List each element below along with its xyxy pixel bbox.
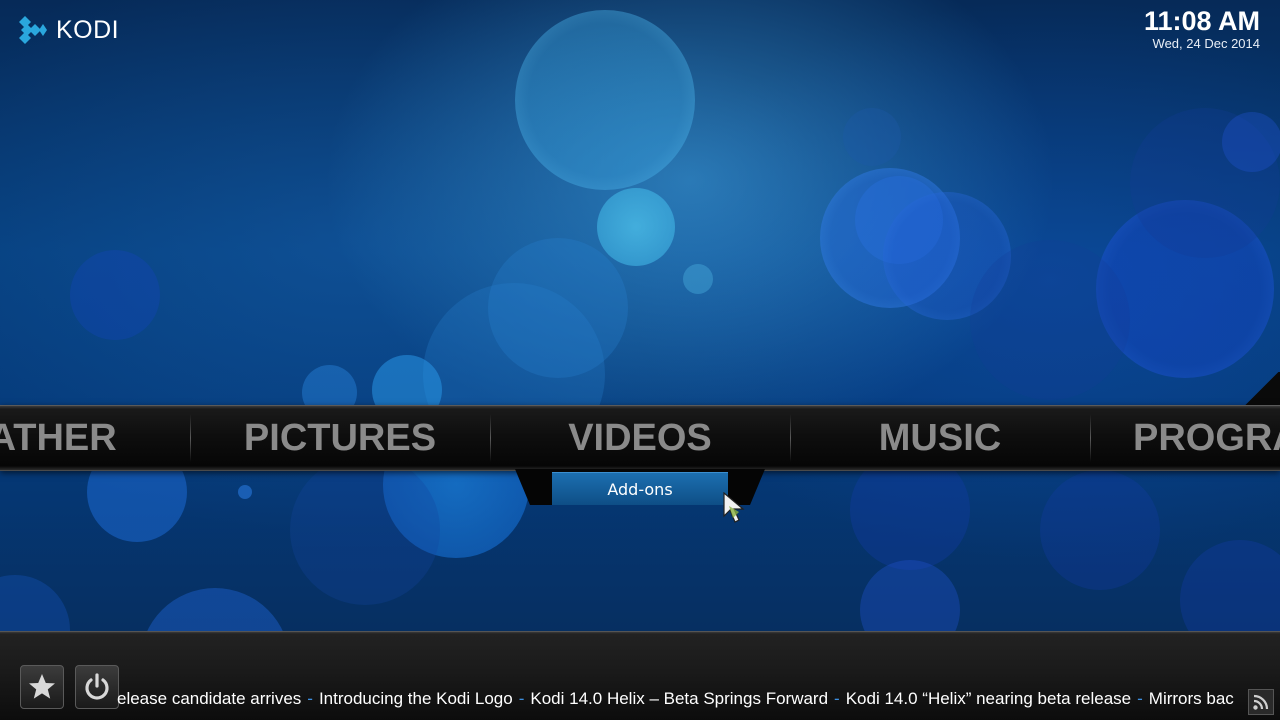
menu-item-videos[interactable]: VIDEOS (490, 406, 790, 470)
background-bokeh (1096, 200, 1274, 378)
background-bokeh (70, 250, 160, 340)
menu-item-programs[interactable]: PROGRA (1090, 406, 1280, 470)
kodi-logo: KODI (16, 13, 119, 47)
background-bokeh (597, 188, 675, 266)
power-button[interactable] (75, 665, 119, 709)
background-bokeh (238, 485, 252, 499)
star-icon (29, 674, 55, 699)
ticker-item: Introducing the Kodi Logo (318, 689, 513, 708)
rss-icon (1253, 694, 1269, 710)
ticker-item: elease candidate arrives (117, 689, 302, 708)
background-bokeh (820, 168, 960, 308)
background-bokeh (1130, 108, 1280, 258)
ticker-separator: - (1137, 689, 1143, 708)
background-bokeh (883, 192, 1011, 320)
background-bokeh (290, 455, 440, 605)
background-bokeh (683, 264, 713, 294)
ticker-item: Kodi 14.0 “Helix” nearing beta release (845, 689, 1132, 708)
background-bokeh (488, 238, 628, 378)
menu-item-weather[interactable]: EATHER (0, 406, 190, 470)
logo-text: KODI (56, 15, 120, 44)
ticker-separator: - (307, 689, 313, 708)
kodi-logo-icon (19, 16, 47, 44)
clock-date: Wed, 24 Dec 2014 (1152, 36, 1260, 51)
mouse-pointer-icon (723, 492, 745, 523)
power-icon (85, 673, 109, 700)
background-bokeh (855, 176, 943, 264)
background-bokeh (1040, 470, 1160, 590)
background-bokeh (515, 10, 695, 190)
rss-ticker[interactable]: elease candidate arrives - Introducing the… (117, 688, 1245, 712)
ticker-item: Kodi 14.0 Helix – Beta Springs Forward (530, 689, 829, 708)
rss-button[interactable] (1248, 689, 1274, 715)
menu-bar-notch (1242, 372, 1280, 406)
ticker-separator: - (518, 689, 525, 708)
submenu-item-addons[interactable]: Add-ons (552, 472, 728, 505)
menu-item-pictures[interactable]: PICTURES (190, 406, 490, 470)
menu-item-music[interactable]: MUSIC (790, 406, 1090, 470)
main-menu-bar: EATHER PICTURES VIDEOS MUSIC PROGRA (0, 405, 1280, 471)
ticker-separator: - (834, 689, 840, 708)
clock-time: 11:08 AM (1143, 6, 1260, 36)
kodi-home-screen: KODI 11:08 AM Wed, 24 Dec 2014 EATHER PI… (0, 0, 1280, 720)
clock: 11:08 AM Wed, 24 Dec 2014 (1144, 5, 1260, 51)
background-bokeh (970, 240, 1130, 400)
background-bokeh (843, 108, 901, 166)
favourites-button[interactable] (20, 665, 64, 709)
background-bokeh (1222, 112, 1280, 172)
ticker-item: Mirrors bac (1148, 689, 1234, 708)
